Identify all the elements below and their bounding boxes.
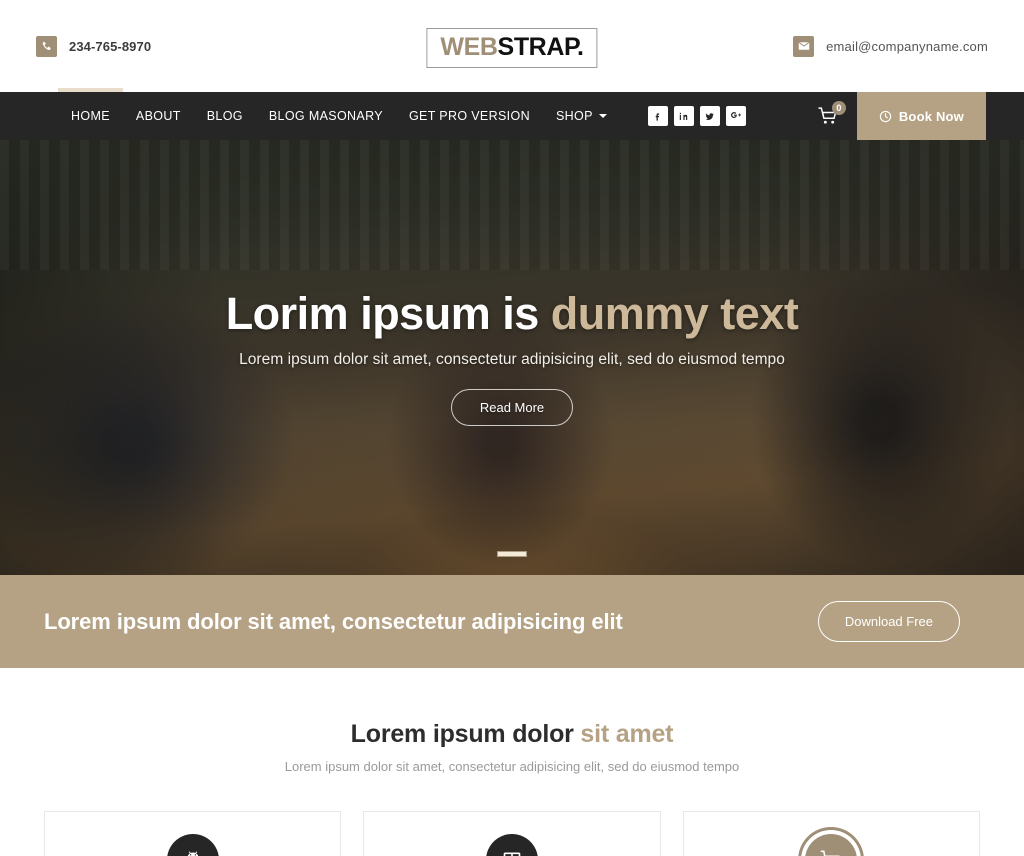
email-address: email@companyname.com (826, 38, 988, 54)
book-now-label: Book Now (898, 108, 964, 124)
nav-label: SHOP (555, 109, 593, 123)
googleplus-icon[interactable] (725, 106, 746, 126)
hero-title-accent: dummy text (550, 288, 799, 339)
book-now-button[interactable]: Book Now (856, 92, 986, 140)
nav-item-blog-masonary[interactable]: BLOG MASONARY (256, 92, 396, 140)
hero-subtitle: Lorem ipsum dolor sit amet, consectetur … (239, 351, 785, 369)
linkedin-icon[interactable] (673, 106, 694, 126)
nav-label: BLOG MASONARY (268, 109, 383, 123)
chevron-down-icon (598, 114, 607, 118)
feature-card-cart[interactable] (682, 811, 980, 856)
slider-indicator[interactable] (497, 551, 527, 557)
twitter-icon[interactable] (699, 106, 720, 126)
feature-card-columns[interactable] (363, 811, 661, 856)
hero-content: Lorim ipsum is dummy text Lorem ipsum do… (0, 140, 1024, 575)
hero-slider: Lorim ipsum is dummy text Lorem ipsum do… (0, 140, 1024, 575)
nav-links: HOME ABOUT BLOG BLOG MASONARY GET PRO VE… (58, 88, 620, 140)
top-contact-bar: 234-765-8970 WEBSTRAP. email@companyname… (0, 0, 1024, 92)
section-title-accent: sit amet (580, 720, 674, 748)
social-links (647, 92, 746, 140)
nav-item-get-pro-version[interactable]: GET PRO VERSION (396, 92, 543, 140)
site-logo[interactable]: WEBSTRAP. (426, 28, 598, 68)
download-free-button[interactable]: Download Free (817, 601, 960, 642)
nav-item-about[interactable]: ABOUT (123, 92, 194, 140)
hero-title-primary: Lorim ipsum is (225, 288, 551, 339)
cart-plus-icon (805, 834, 858, 856)
cta-band: Lorem ipsum dolor sit amet, consectetur … (0, 575, 1024, 668)
email-contact[interactable]: email@companyname.com (793, 35, 988, 57)
nav-label: ABOUT (135, 109, 181, 123)
feature-cards (0, 811, 1024, 856)
nav-item-shop[interactable]: SHOP (543, 92, 620, 140)
hero-title: Lorim ipsum is dummy text (226, 290, 799, 337)
clock-icon (879, 110, 892, 122)
facebook-icon[interactable] (647, 106, 668, 126)
nav-label: GET PRO VERSION (408, 109, 530, 123)
nav-item-blog[interactable]: BLOG (194, 92, 256, 140)
section-title: Lorem ipsum dolor sit amet (0, 720, 1024, 749)
read-more-button[interactable]: Read More (450, 389, 574, 427)
feature-card-android[interactable] (44, 811, 342, 856)
cta-text: Lorem ipsum dolor sit amet, consectetur … (44, 608, 623, 634)
android-icon (166, 834, 219, 856)
nav-label: BLOG (206, 109, 243, 123)
section-subtitle: Lorem ipsum dolor sit amet, consectetur … (284, 759, 740, 774)
logo-text-primary: WEB (440, 33, 498, 61)
phone-icon (36, 35, 57, 57)
nav-item-home[interactable]: HOME (58, 88, 123, 140)
main-navigation: HOME ABOUT BLOG BLOG MASONARY GET PRO VE… (0, 88, 1024, 140)
columns-icon (485, 834, 538, 856)
logo-text-secondary: STRAP. (497, 33, 584, 61)
phone-number: 234-765-8970 (69, 38, 152, 54)
nav-label: HOME (71, 109, 110, 123)
section-title-primary: Lorem ipsum dolor (350, 720, 581, 748)
features-section: Lorem ipsum dolor sit amet Lorem ipsum d… (0, 668, 1024, 856)
envelope-icon (793, 35, 815, 57)
nav-right-actions: 0 Book Now (800, 92, 1024, 140)
cart-button[interactable]: 0 (800, 92, 857, 140)
phone-contact[interactable]: 234-765-8970 (36, 35, 152, 57)
cart-count-badge: 0 (831, 101, 846, 115)
